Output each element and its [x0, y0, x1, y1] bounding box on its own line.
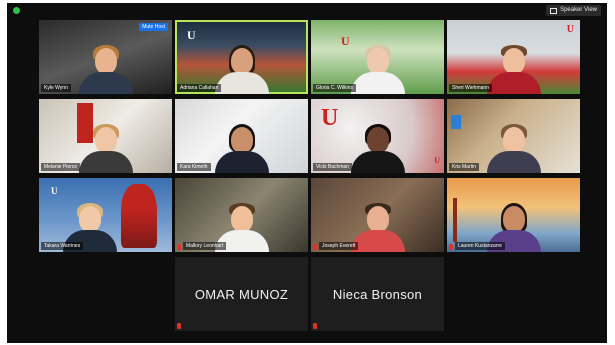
participant-video [486, 124, 541, 173]
participant-name: Kris Martin [449, 163, 479, 171]
utah-logo: U [434, 156, 440, 165]
participant-name: Gloria C. Wilkins [313, 84, 356, 92]
participant-tile-camera-off[interactable]: Nieca Bronson [311, 257, 444, 331]
participant-name: Mallory Leonhart [183, 242, 227, 250]
blue-poster [451, 115, 461, 129]
zoom-meeting-window: Speaker View Mute Host Kyle Wynn U Adria… [7, 3, 607, 343]
participant-tile[interactable]: Kara Kimeth [175, 99, 308, 173]
participant-tile[interactable]: Kris Martin [447, 99, 580, 173]
participant-name: Sheri Wiehmann [449, 84, 492, 92]
bridge-tower [453, 198, 457, 242]
muted-mic-icon [313, 244, 317, 250]
participant-video [350, 45, 405, 94]
participant-display-name: OMAR MUNOZ [194, 286, 289, 302]
participant-video [214, 45, 269, 94]
participant-name: Lauren Kustanzarre [455, 242, 505, 250]
participant-name: Adriana Callahan [177, 84, 222, 92]
utah-logo: U [51, 186, 58, 196]
utah-logo: U [566, 24, 574, 35]
participant-name: Kyle Wynn [41, 84, 71, 92]
participant-tile-active-speaker[interactable]: U Adriana Callahan [175, 20, 308, 94]
participant-tile[interactable]: U U Vicki Bachman [311, 99, 444, 173]
participant-tile[interactable]: U Gloria C. Wilkins [311, 20, 444, 94]
muted-mic-icon [177, 244, 181, 250]
participant-name: Joseph Everett [319, 242, 359, 250]
utah-logo: U [321, 105, 339, 131]
participant-name: Takara Warrines [41, 242, 84, 250]
host-badge: Mute Host [139, 23, 168, 31]
participant-video [486, 45, 541, 94]
participant-tile[interactable]: Mallory Leonhart [175, 178, 308, 252]
participant-display-name: Nieca Bronson [332, 286, 423, 302]
mascot-figure [121, 184, 157, 248]
participant-video [78, 124, 133, 173]
participant-tile[interactable]: U Takara Warrines [39, 178, 172, 252]
participant-video [350, 203, 405, 252]
participant-tile[interactable]: Mute Host Kyle Wynn [39, 20, 172, 94]
muted-mic-icon [313, 323, 317, 329]
participant-tile[interactable]: Joseph Everett [311, 178, 444, 252]
participant-name: Melanie Pierce [41, 163, 81, 171]
participant-tile[interactable]: Melanie Pierce [39, 99, 172, 173]
utah-logo: U [187, 28, 196, 42]
utah-logo: U [341, 34, 350, 48]
muted-mic-icon [177, 323, 181, 329]
gallery-grid: Mute Host Kyle Wynn U Adriana Callahan U… [7, 3, 607, 343]
participant-tile[interactable]: U Sheri Wiehmann [447, 20, 580, 94]
participant-tile-camera-off[interactable]: OMAR MUNOZ [175, 257, 308, 331]
participant-video [78, 45, 133, 94]
participant-name: Vicki Bachman [313, 163, 352, 171]
participant-tile[interactable]: Lauren Kustanzarre [447, 178, 580, 252]
participant-video [214, 124, 269, 173]
muted-mic-icon [449, 244, 453, 250]
participant-name: Kara Kimeth [177, 163, 211, 171]
participant-video [350, 124, 405, 173]
